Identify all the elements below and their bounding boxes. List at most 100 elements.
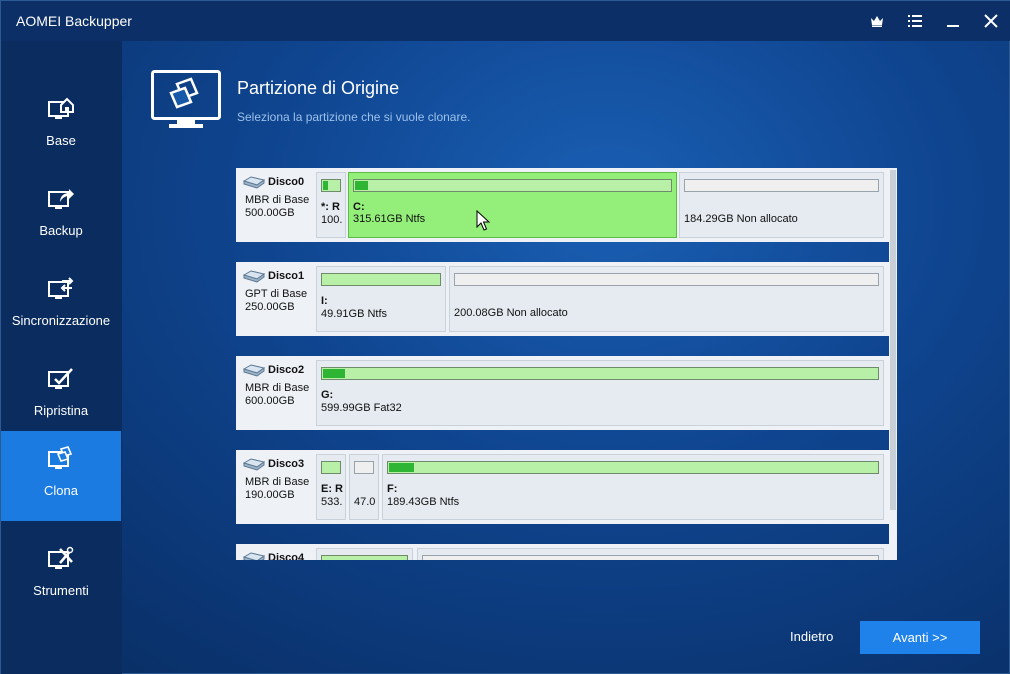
mouse-cursor-icon xyxy=(476,210,490,231)
sidebar-item-label: Ripristina xyxy=(33,403,89,418)
sidebar-item-label: Backup xyxy=(39,223,83,238)
sidebar-item-label: Base xyxy=(46,133,76,148)
back-button[interactable]: Indietro xyxy=(790,629,833,644)
sync-arrows-icon xyxy=(48,277,74,299)
disk-info: Disco0 MBR di Base 500.00GB xyxy=(236,168,316,242)
hard-disk-icon xyxy=(243,270,265,283)
disk-list-scrollbar[interactable] xyxy=(889,168,897,560)
disk-type: GPT di Base xyxy=(245,288,308,300)
disk-info: Disco3 MBR di Base 190.00GB xyxy=(236,450,316,524)
disk-row-disco2: Disco2 MBR di Base 600.00GB G: 599.99GB … xyxy=(236,356,889,430)
disk-name: Disco2 xyxy=(268,364,305,376)
partition-letter: *: R xyxy=(321,201,340,213)
next-button[interactable]: Avanti >> xyxy=(860,621,980,654)
sidebar-item-clona[interactable]: Clona xyxy=(1,431,121,521)
sidebar-item-sincronizzazione[interactable]: Sincronizzazione xyxy=(1,261,121,351)
restore-check-icon xyxy=(48,368,73,389)
disk-name: Disco1 xyxy=(268,270,305,282)
minimize-icon[interactable] xyxy=(941,9,965,33)
disk-info: Disco1 GPT di Base 250.00GB xyxy=(236,262,316,336)
partition-desc: 49.91GB Ntfs xyxy=(321,308,388,320)
partition-disco0-r[interactable]: *: R 100. xyxy=(316,172,346,238)
usage-bar xyxy=(387,461,879,474)
partition-letter: E: R xyxy=(321,483,343,495)
backup-arrow-icon xyxy=(48,189,74,209)
sidebar-item-label: Strumenti xyxy=(33,583,89,598)
title-bar: AOMEI Backupper xyxy=(1,1,1010,41)
usage-bar xyxy=(454,273,879,286)
scrollbar-thumb[interactable] xyxy=(890,170,896,510)
partition-disco3-f[interactable]: F: 189.43GB Ntfs xyxy=(382,454,884,520)
sidebar-item-backup[interactable]: Backup xyxy=(1,171,121,261)
usage-bar xyxy=(321,555,408,560)
usage-bar xyxy=(354,461,374,474)
tools-icon xyxy=(48,546,74,569)
app-window: AOMEI Backupper Base Backup Sincronizzaz… xyxy=(0,0,1010,674)
partition-letter: F: xyxy=(387,483,398,495)
partition-disco1-i[interactable]: I: 49.91GB Ntfs xyxy=(316,266,446,332)
partition-desc: 315.61GB Ntfs xyxy=(353,213,426,225)
partition-disco0-unallocated[interactable]: 184.29GB Non allocato xyxy=(679,172,884,238)
disk-name: Disco3 xyxy=(268,458,305,470)
close-icon[interactable] xyxy=(979,9,1003,33)
disk-type: MBR di Base xyxy=(245,194,310,206)
partition-disco4-2[interactable] xyxy=(417,548,884,560)
disk-type: MBR di Base xyxy=(245,382,310,394)
sidebar-item-strumenti[interactable]: Strumenti xyxy=(1,531,121,621)
hard-disk-icon xyxy=(243,176,265,189)
partition-letter: I: xyxy=(321,295,328,307)
usage-bar xyxy=(321,179,341,192)
sidebar-item-label: Sincronizzazione xyxy=(11,313,111,328)
disk-row-disco3: Disco3 MBR di Base 190.00GB E: R 533. 47… xyxy=(236,450,889,524)
usage-bar xyxy=(353,179,672,192)
partition-letter: G: xyxy=(321,389,334,401)
partition-desc: 189.43GB Ntfs xyxy=(387,496,460,508)
partition-desc: 184.29GB Non allocato xyxy=(684,213,798,225)
clone-icon xyxy=(48,446,73,469)
partition-disco0-c[interactable]: C: 315.61GB Ntfs xyxy=(348,172,677,238)
sidebar-item-ripristina[interactable]: Ripristina xyxy=(1,351,121,441)
disk-size: 250.00GB xyxy=(245,301,295,313)
sidebar-item-label: Clona xyxy=(44,483,78,498)
hard-disk-icon xyxy=(243,552,265,560)
app-title: AOMEI Backupper xyxy=(16,13,132,29)
partition-desc: 533. xyxy=(321,496,343,508)
disk-row-disco0: Disco0 MBR di Base 500.00GB *: R 100. C:… xyxy=(236,168,889,242)
home-monitor-icon xyxy=(48,97,74,119)
crown-icon[interactable] xyxy=(865,9,889,33)
sidebar: Base Backup Sincronizzazione Ripristina … xyxy=(1,41,122,674)
page-title: Partizione di Origine xyxy=(237,78,400,98)
sidebar-item-base[interactable]: Base xyxy=(1,81,121,171)
usage-bar xyxy=(422,555,879,560)
usage-bar xyxy=(321,367,879,380)
partition-desc: 599.99GB Fat32 xyxy=(321,402,402,414)
hard-disk-icon xyxy=(243,364,265,377)
disk-row-disco4: Disco4 xyxy=(236,544,889,560)
disk-info: Disco2 MBR di Base 600.00GB xyxy=(236,356,316,430)
disk-type: MBR di Base xyxy=(245,476,310,488)
disk-name: Disco4 xyxy=(268,552,305,560)
partition-disco4-1[interactable] xyxy=(316,548,413,560)
disk-info: Disco4 xyxy=(236,544,316,560)
partition-letter: C: xyxy=(353,201,365,213)
clone-partition-header-icon xyxy=(151,70,221,128)
disk-size: 600.00GB xyxy=(245,395,295,407)
partition-desc: 47.0 xyxy=(354,496,376,508)
hard-disk-icon xyxy=(243,458,265,471)
disk-size: 190.00GB xyxy=(245,489,295,501)
partition-disco3-unallocated[interactable]: 47.0 xyxy=(349,454,379,520)
disk-size: 500.00GB xyxy=(245,207,295,219)
partition-desc: 100. xyxy=(321,214,343,226)
usage-bar xyxy=(321,273,441,286)
menu-icon[interactable] xyxy=(903,9,927,33)
disk-row-disco1: Disco1 GPT di Base 250.00GB I: 49.91GB N… xyxy=(236,262,889,336)
partition-disco3-e[interactable]: E: R 533. xyxy=(316,454,346,520)
partition-desc: 200.08GB Non allocato xyxy=(454,307,568,319)
disk-list: Disco0 MBR di Base 500.00GB *: R 100. C:… xyxy=(236,168,897,560)
partition-disco1-unallocated[interactable]: 200.08GB Non allocato xyxy=(449,266,884,332)
usage-bar xyxy=(321,461,341,474)
page-subtitle: Seleziona la partizione che si vuole clo… xyxy=(237,110,471,124)
usage-bar xyxy=(684,179,879,192)
disk-name: Disco0 xyxy=(268,176,305,188)
partition-disco2-g[interactable]: G: 599.99GB Fat32 xyxy=(316,360,884,426)
